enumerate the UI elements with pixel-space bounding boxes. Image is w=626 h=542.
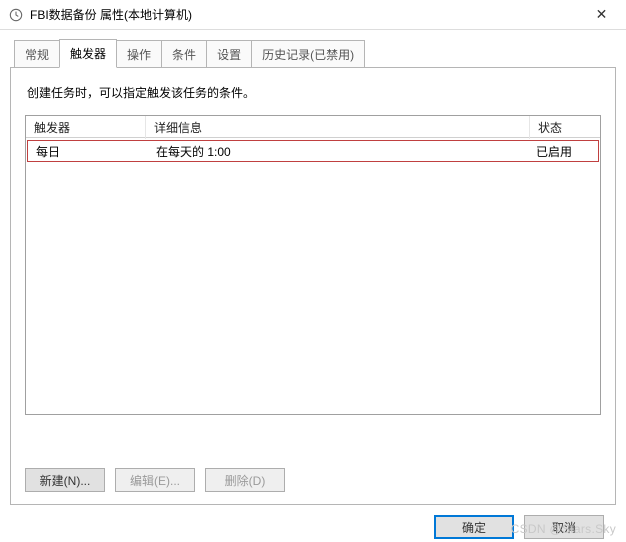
clock-icon bbox=[8, 7, 24, 23]
close-button[interactable]: ✕ bbox=[579, 0, 624, 30]
tab-conditions[interactable]: 条件 bbox=[161, 40, 207, 68]
cell-status: 已启用 bbox=[528, 141, 598, 162]
col-details[interactable]: 详细信息 bbox=[146, 116, 530, 139]
triggers-panel: 创建任务时，可以指定触发该任务的条件。 触发器 详细信息 状态 每日 在每天的 … bbox=[10, 67, 616, 505]
tab-settings[interactable]: 设置 bbox=[206, 40, 252, 68]
window-title: FBI数据备份 属性(本地计算机) bbox=[30, 6, 579, 23]
panel-description: 创建任务时，可以指定触发该任务的条件。 bbox=[27, 84, 599, 101]
triggers-table[interactable]: 触发器 详细信息 状态 每日 在每天的 1:00 已启用 bbox=[25, 115, 601, 415]
table-header: 触发器 详细信息 状态 bbox=[26, 116, 600, 138]
tab-strip: 常规 触发器 操作 条件 设置 历史记录(已禁用) bbox=[14, 38, 616, 67]
dialog-buttons: 确定 取消 bbox=[10, 505, 616, 539]
col-trigger[interactable]: 触发器 bbox=[26, 116, 146, 139]
table-row[interactable]: 每日 在每天的 1:00 已启用 bbox=[27, 140, 599, 162]
edit-button[interactable]: 编辑(E)... bbox=[115, 468, 195, 492]
new-button[interactable]: 新建(N)... bbox=[25, 468, 105, 492]
cell-details: 在每天的 1:00 bbox=[148, 141, 528, 162]
titlebar: FBI数据备份 属性(本地计算机) ✕ bbox=[0, 0, 626, 30]
ok-button[interactable]: 确定 bbox=[434, 515, 514, 539]
delete-button[interactable]: 删除(D) bbox=[205, 468, 285, 492]
panel-buttons: 新建(N)... 编辑(E)... 删除(D) bbox=[25, 468, 285, 492]
tab-history[interactable]: 历史记录(已禁用) bbox=[251, 40, 365, 68]
dialog-client: 常规 触发器 操作 条件 设置 历史记录(已禁用) 创建任务时，可以指定触发该任… bbox=[0, 30, 626, 542]
cancel-button[interactable]: 取消 bbox=[524, 515, 604, 539]
close-icon: ✕ bbox=[596, 6, 608, 23]
tab-triggers[interactable]: 触发器 bbox=[59, 39, 117, 68]
tab-general[interactable]: 常规 bbox=[14, 40, 60, 68]
col-status[interactable]: 状态 bbox=[530, 116, 600, 139]
tab-actions[interactable]: 操作 bbox=[116, 40, 162, 68]
cell-trigger: 每日 bbox=[28, 141, 148, 162]
